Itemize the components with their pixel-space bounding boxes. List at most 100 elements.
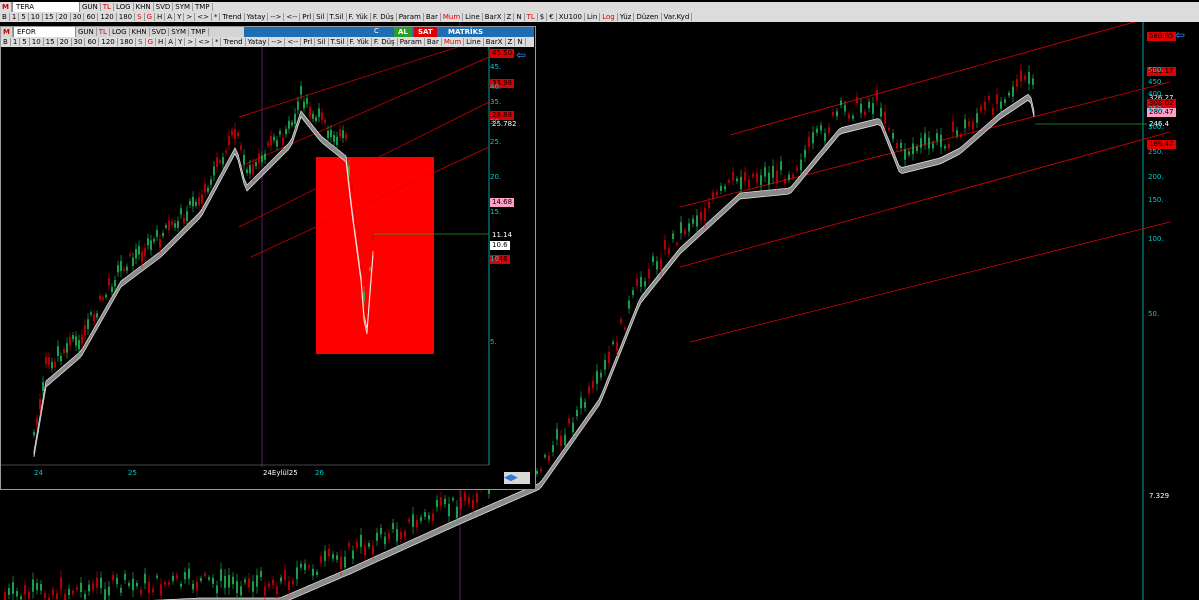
toolbar-button[interactable]: F. Yük	[347, 38, 372, 46]
toolbar-button[interactable]: Lin	[584, 13, 601, 21]
toolbar-button[interactable]: Var.Kyd	[661, 13, 693, 21]
sub-price-chart[interactable]	[1, 47, 534, 487]
toolbar-button[interactable]: F. Yük	[346, 13, 371, 21]
toolbar-button[interactable]: -->	[269, 38, 286, 46]
toolbar-button[interactable]: 30	[70, 13, 85, 21]
toolbar-button[interactable]: Prl	[301, 38, 316, 46]
toolbar-button[interactable]: Y	[175, 13, 185, 21]
toolbar-button[interactable]: SYM	[169, 28, 190, 36]
toolbar-button[interactable]: Yatay	[244, 13, 269, 21]
main-candle	[340, 556, 342, 569]
toolbar-button[interactable]: €	[547, 13, 557, 21]
toolbar-button[interactable]: Line	[464, 38, 484, 46]
toolbar-button[interactable]: SVD	[149, 28, 170, 36]
toolbar-button[interactable]: SVD	[153, 3, 174, 11]
toolbar-button[interactable]: S	[136, 38, 146, 46]
toolbar-button[interactable]: 10	[28, 13, 43, 21]
toolbar-button[interactable]: Mum	[440, 13, 464, 21]
toolbar-button[interactable]: 5	[19, 13, 29, 21]
scroll-arrows[interactable]: ◀▶	[504, 472, 530, 484]
toolbar-button[interactable]: A	[166, 38, 177, 46]
toolbar-button[interactable]: GUN	[75, 28, 97, 36]
symbol-field[interactable]: TERA	[11, 2, 80, 12]
toolbar-button[interactable]: <>	[196, 38, 213, 46]
toolbar-button[interactable]: N	[515, 38, 526, 46]
toolbar-button[interactable]: F. Düş	[370, 13, 397, 21]
toolbar-button[interactable]: Bar	[424, 38, 442, 46]
toolbar-button[interactable]: Yatay	[245, 38, 270, 46]
toolbar-button[interactable]: <>	[195, 13, 212, 21]
toolbar-button[interactable]: Param	[396, 13, 424, 21]
toolbar-button[interactable]: F. Düş	[371, 38, 398, 46]
toolbar-button[interactable]: 15	[43, 38, 58, 46]
sub-symbol-field[interactable]: EFOR	[12, 27, 76, 37]
toolbar-button[interactable]: 20	[57, 38, 72, 46]
toolbar-button[interactable]: Düzen	[634, 13, 662, 21]
toolbar-button[interactable]: TL	[524, 13, 538, 21]
toolbar-button[interactable]: $	[537, 13, 548, 21]
toolbar-button[interactable]: 20	[56, 13, 71, 21]
toolbar-button[interactable]: T.Sil	[327, 13, 347, 21]
toolbar-button[interactable]: A	[165, 13, 176, 21]
toolbar-button[interactable]: T.Sil	[328, 38, 348, 46]
toolbar-button[interactable]: Mum	[441, 38, 465, 46]
toolbar-button[interactable]: 1	[10, 38, 21, 46]
toolbar-button[interactable]: 1	[9, 13, 20, 21]
toolbar-button[interactable]: Trend	[221, 38, 246, 46]
toolbar-button[interactable]: Z	[505, 38, 516, 46]
toolbar-button[interactable]: B	[1, 38, 11, 46]
toolbar-button[interactable]: G	[144, 13, 155, 21]
sat-button[interactable]: SAT	[414, 27, 437, 37]
toolbar-button[interactable]: H	[155, 13, 166, 21]
toolbar-button[interactable]: -->	[268, 13, 285, 21]
toolbar-button[interactable]: S	[135, 13, 145, 21]
toolbar-button[interactable]: Sil	[315, 38, 329, 46]
toolbar-button[interactable]: LOG	[113, 3, 134, 11]
toolbar-button[interactable]: SYM	[173, 3, 194, 11]
toolbar-button[interactable]: 120	[98, 13, 117, 21]
toolbar-button[interactable]: H	[156, 38, 167, 46]
toolbar-button[interactable]: GUN	[79, 3, 101, 11]
toolbar-button[interactable]: >	[184, 13, 196, 21]
toolbar-button[interactable]: Prl	[300, 13, 315, 21]
toolbar-button[interactable]: 180	[116, 13, 136, 21]
toolbar-button[interactable]: TL	[96, 28, 110, 36]
toolbar-button[interactable]: XU100	[556, 13, 585, 21]
toolbar-button[interactable]: 120	[99, 38, 118, 46]
toolbar-button[interactable]: TMP	[193, 3, 213, 11]
toolbar-button[interactable]: BarX	[482, 13, 505, 21]
back-arrow-icon[interactable]: ⇦	[1175, 28, 1185, 42]
sub-back-arrow-icon[interactable]: ⇦	[516, 48, 526, 62]
toolbar-button[interactable]: N	[514, 13, 525, 21]
toolbar-button[interactable]: KHN	[133, 3, 154, 11]
toolbar-button[interactable]: 60	[85, 38, 100, 46]
toolbar-button[interactable]: G	[145, 38, 156, 46]
toolbar-button[interactable]: 5	[20, 38, 30, 46]
matriks-button[interactable]: MATRİKS	[444, 27, 488, 37]
toolbar-button[interactable]: <--	[284, 13, 301, 21]
toolbar-button[interactable]: Line	[463, 13, 483, 21]
toolbar-button[interactable]: Z	[504, 13, 515, 21]
toolbar-button[interactable]: Log	[600, 13, 618, 21]
toolbar-button[interactable]: 15	[42, 13, 57, 21]
toolbar-button[interactable]: 180	[117, 38, 137, 46]
toolbar-button[interactable]: Y	[176, 38, 186, 46]
c-icon[interactable]: C	[374, 27, 379, 35]
toolbar-button[interactable]: Trend	[220, 13, 245, 21]
toolbar-button[interactable]: LOG	[109, 28, 130, 36]
toolbar-button[interactable]: >	[185, 38, 197, 46]
toolbar-button[interactable]: 30	[71, 38, 86, 46]
toolbar-button[interactable]: B	[0, 13, 10, 21]
toolbar-button[interactable]: TL	[100, 3, 114, 11]
toolbar-button[interactable]: <--	[285, 38, 302, 46]
toolbar-button[interactable]: KHN	[129, 28, 150, 36]
toolbar-button[interactable]: Sil	[314, 13, 328, 21]
toolbar-button[interactable]: BarX	[483, 38, 506, 46]
toolbar-button[interactable]: Bar	[423, 13, 441, 21]
toolbar-button[interactable]: Yüz	[617, 13, 635, 21]
toolbar-button[interactable]: 10	[29, 38, 44, 46]
toolbar-button[interactable]: TMP	[189, 28, 209, 36]
toolbar-button[interactable]: 60	[84, 13, 99, 21]
toolbar-button[interactable]: Param	[397, 38, 425, 46]
al-button[interactable]: AL	[394, 27, 412, 37]
